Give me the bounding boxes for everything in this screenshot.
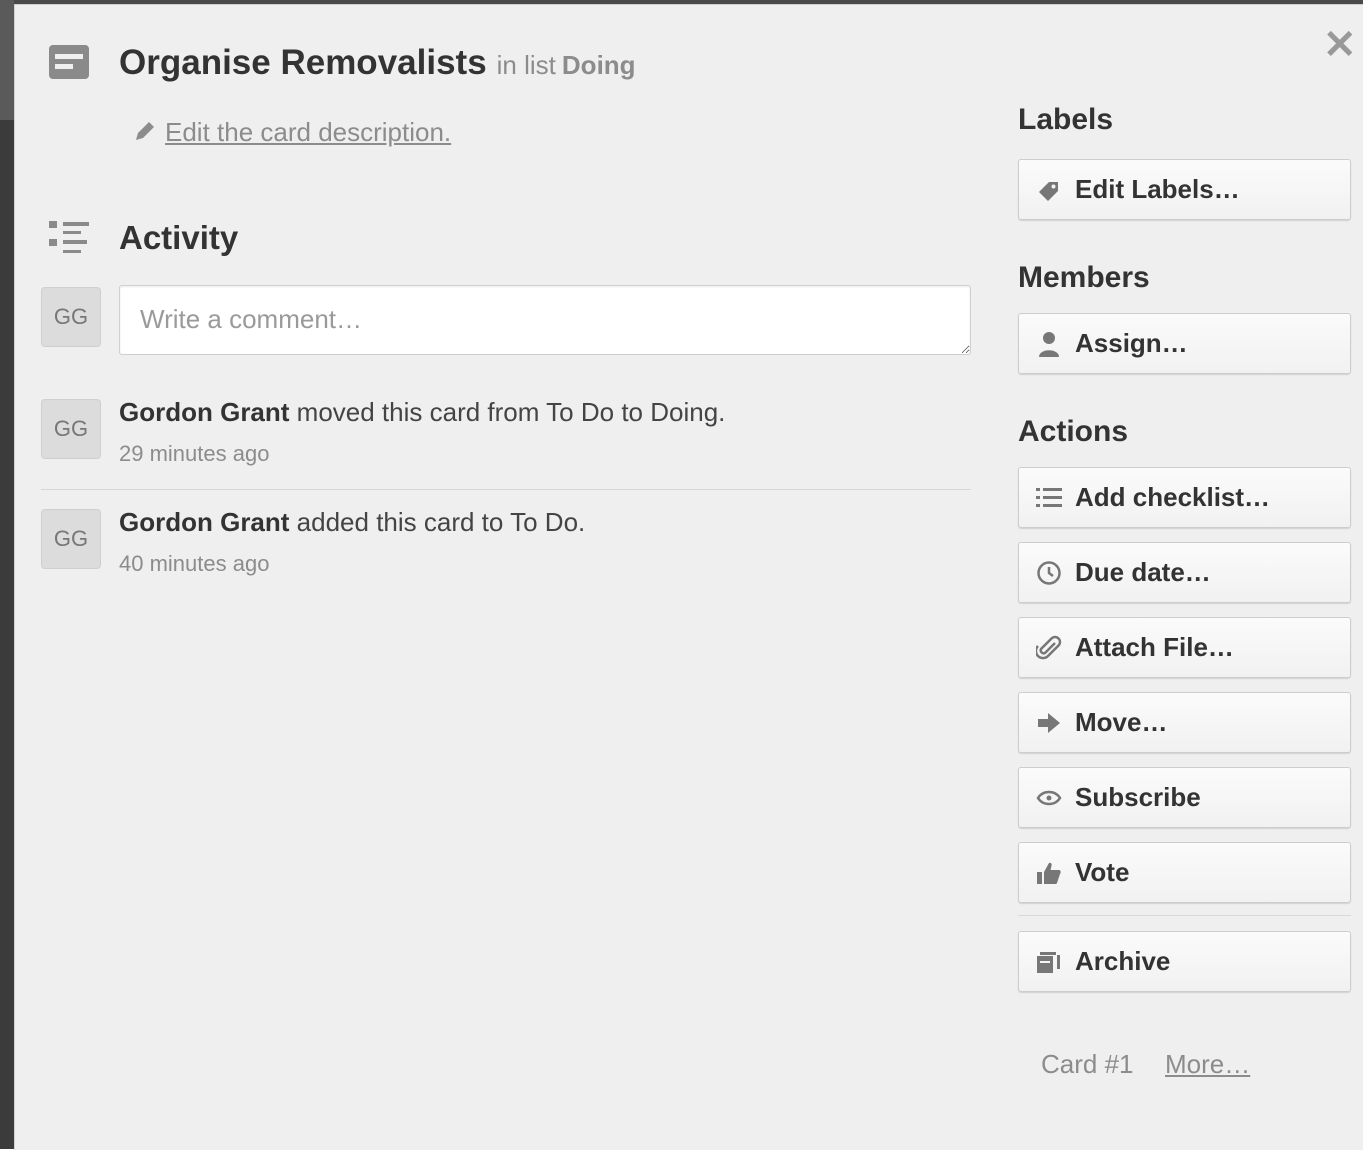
edit-labels-label: Edit Labels… [1075, 174, 1240, 204]
activity-heading: Activity [119, 219, 239, 256]
action-label: Attach File… [1075, 632, 1234, 662]
edit-labels-button[interactable]: Edit Labels… [1018, 159, 1351, 220]
action-label: Due date… [1075, 557, 1211, 587]
actions-heading: Actions [1018, 415, 1129, 448]
add-checklist-button[interactable]: Add checklist… [1018, 467, 1351, 528]
window-frame-left [0, 0, 14, 1149]
tag-icon [1035, 176, 1063, 204]
attach-file-button[interactable]: Attach File… [1018, 617, 1351, 678]
card-number: Card #1 [1041, 1049, 1134, 1079]
pencil-icon [136, 122, 154, 140]
person-icon [1035, 330, 1063, 358]
action-label: Move… [1075, 707, 1168, 737]
card-title-row: Organise Removalists in list Doing [119, 43, 636, 83]
more-link[interactable]: More… [1165, 1049, 1250, 1080]
activity-user[interactable]: Gordon Grant [119, 397, 289, 427]
activity-timestamp[interactable]: 40 minutes ago [119, 551, 269, 577]
card-icon [49, 45, 89, 79]
action-label: Subscribe [1075, 782, 1201, 812]
action-label: Add checklist… [1075, 482, 1271, 512]
paperclip-icon [1035, 634, 1063, 662]
archive-icon [1035, 948, 1063, 976]
activity-item-text: Gordon Grant moved this card from To Do … [119, 397, 725, 428]
avatar[interactable]: GG [41, 399, 101, 459]
card-detail-dialog: ✕ Organise Removalists in list Doing Edit … [14, 4, 1363, 1150]
assign-label: Assign… [1075, 328, 1188, 358]
action-label: Vote [1075, 857, 1130, 887]
activity-divider [41, 489, 971, 490]
activity-action: added this card to To Do. [296, 507, 586, 537]
subscribe-button[interactable]: Subscribe [1018, 767, 1351, 828]
labels-heading: Labels [1018, 103, 1114, 136]
avatar[interactable]: GG [41, 287, 101, 347]
due-date-button[interactable]: Due date… [1018, 542, 1351, 603]
thumbs-up-icon [1035, 859, 1063, 887]
archive-label: Archive [1075, 946, 1171, 976]
card-title[interactable]: Organise Removalists [119, 43, 487, 82]
activity-item-text: Gordon Grant added this card to To Do. [119, 507, 585, 538]
eye-icon [1035, 784, 1063, 812]
assign-member-button[interactable]: Assign… [1018, 313, 1351, 374]
list-name: Doing [561, 50, 636, 80]
edit-description-link[interactable]: Edit the card description. [165, 117, 451, 147]
move-button[interactable]: Move… [1018, 692, 1351, 753]
avatar[interactable]: GG [41, 509, 101, 569]
in-list-label: in list [496, 50, 556, 80]
arrow-right-icon [1035, 709, 1063, 737]
close-icon[interactable]: ✕ [1323, 25, 1357, 65]
members-heading: Members [1018, 261, 1150, 294]
clock-icon [1035, 559, 1063, 587]
activity-user[interactable]: Gordon Grant [119, 507, 289, 537]
vote-button[interactable]: Vote [1018, 842, 1351, 903]
archive-button[interactable]: Archive [1018, 931, 1351, 992]
comment-input[interactable] [119, 285, 971, 355]
edit-description-row: Edit the card description. [133, 117, 451, 148]
sidebar-divider [1018, 915, 1351, 916]
activity-timestamp[interactable]: 29 minutes ago [119, 441, 269, 467]
activity-icon [49, 221, 89, 253]
activity-action: moved this card from To Do to Doing. [296, 397, 726, 427]
checklist-icon [1035, 484, 1063, 512]
